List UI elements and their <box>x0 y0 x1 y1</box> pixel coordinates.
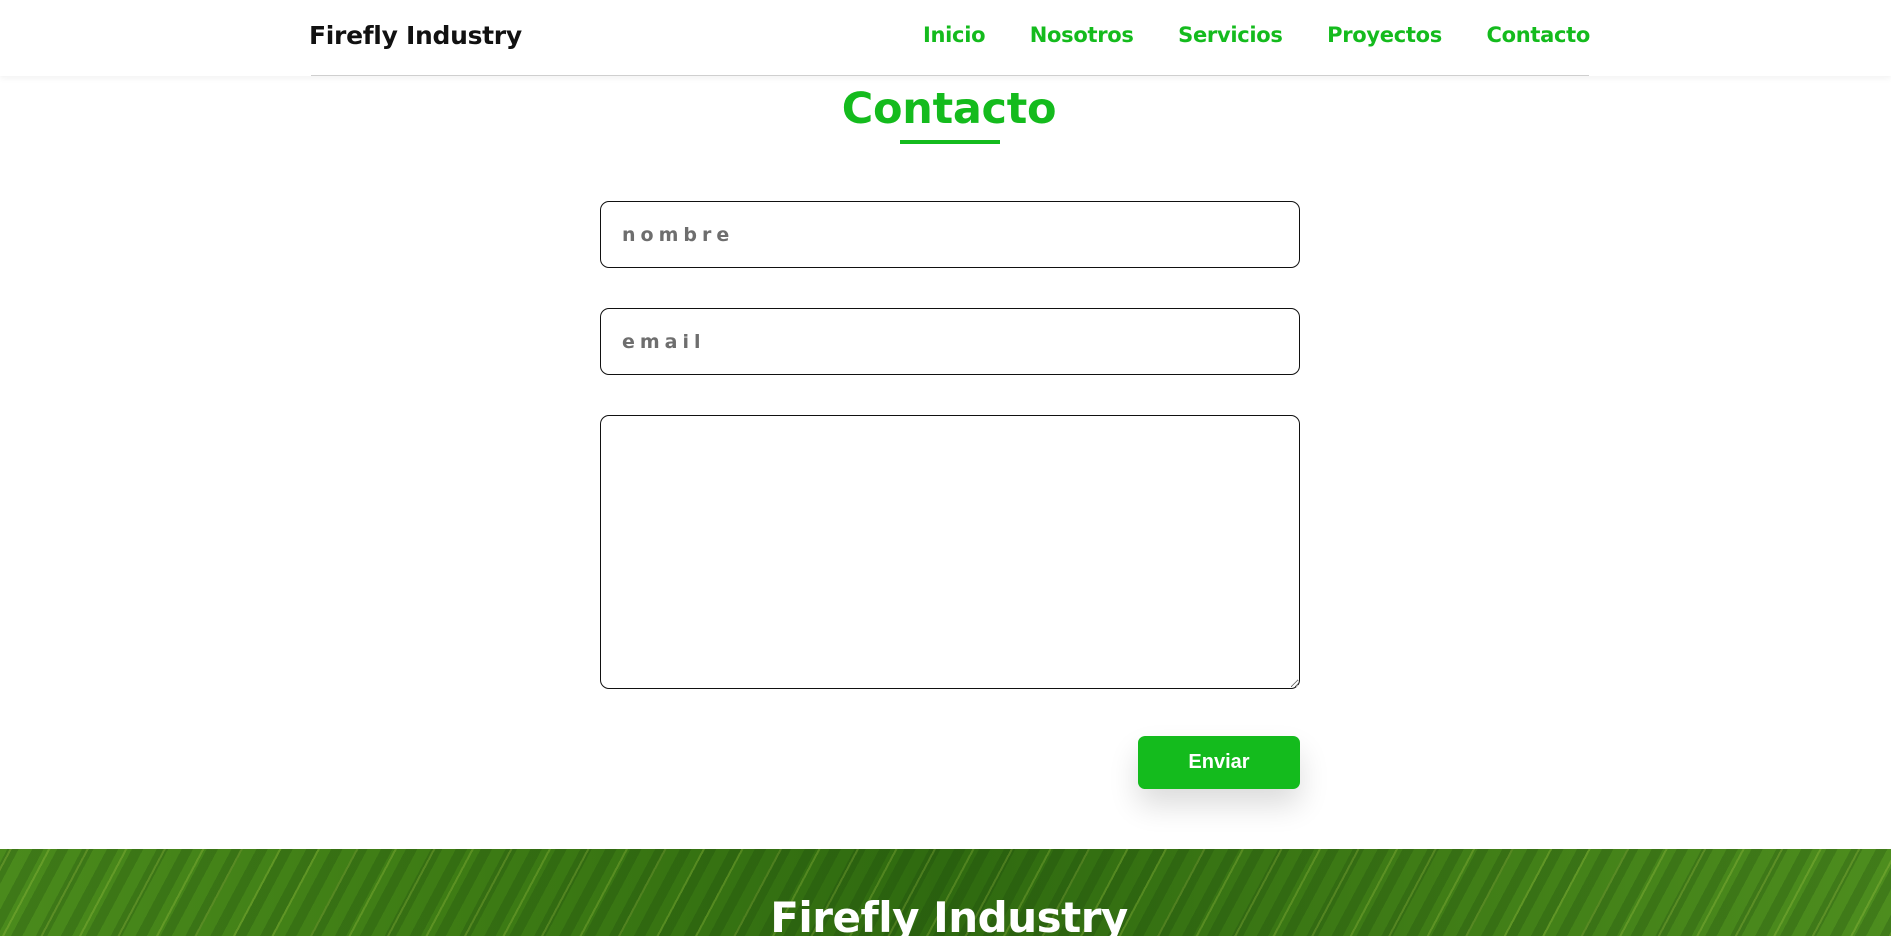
nav-link-contacto[interactable]: Contacto <box>1486 23 1590 47</box>
brand-logo[interactable]: Firefly Industry <box>309 21 522 50</box>
title-underline <box>900 140 1000 144</box>
message-textarea[interactable] <box>600 415 1300 689</box>
nav-link-nosotros[interactable]: Nosotros <box>1030 23 1134 47</box>
footer-title: Firefly Industry <box>770 893 1128 936</box>
main-nav: Inicio Nosotros Servicios Proyectos Cont… <box>923 23 1590 47</box>
site-footer: Firefly Industry <box>0 849 1891 936</box>
nav-link-proyectos[interactable]: Proyectos <box>1327 23 1442 47</box>
nav-link-servicios[interactable]: Servicios <box>1178 23 1283 47</box>
name-input[interactable] <box>600 201 1300 268</box>
email-input[interactable] <box>600 308 1300 375</box>
nav-link-inicio[interactable]: Inicio <box>923 23 986 47</box>
submit-button[interactable]: Enviar <box>1138 736 1300 789</box>
site-header: Firefly Industry Inicio Nosotros Servici… <box>0 0 1891 76</box>
header-divider <box>311 75 1589 76</box>
section-title: Contacto <box>841 84 1057 134</box>
